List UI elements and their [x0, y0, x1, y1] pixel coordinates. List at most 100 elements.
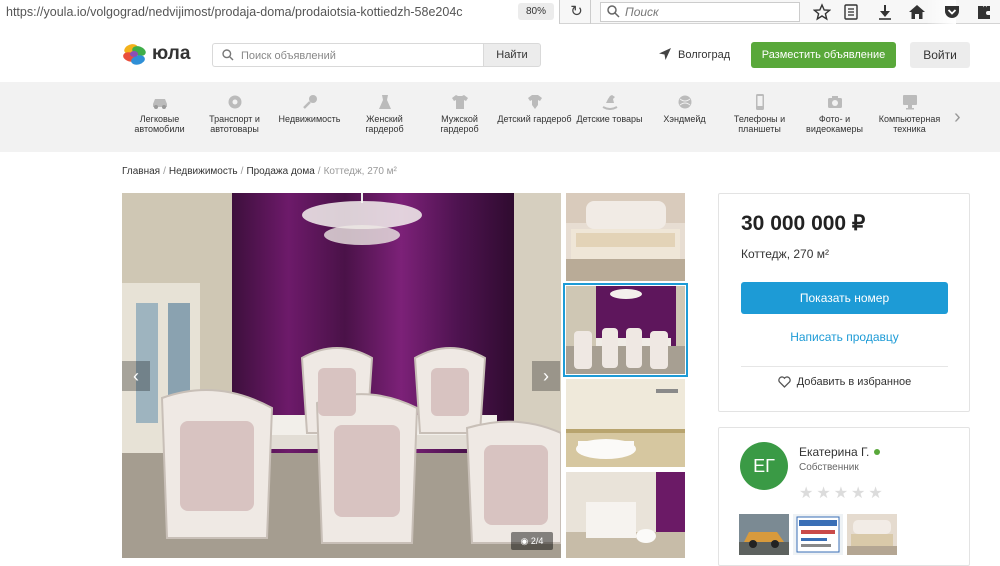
category-label: Недвижимость [278, 114, 341, 124]
thumbnail-2[interactable] [563, 283, 688, 377]
yarn-icon [678, 95, 691, 109]
breadcrumb-house-sale[interactable]: Продажа дома [246, 166, 314, 177]
rocking-horse-icon [602, 95, 617, 110]
post-ad-button[interactable]: Разместить объявление [751, 42, 896, 68]
category-computers[interactable]: Компьютерная техника [872, 94, 947, 134]
category-womens-clothing[interactable]: Женский гардероб [347, 94, 422, 134]
price-card: 30 000 000 ₽ Коттедж, 270 м² Показать но… [718, 193, 970, 412]
seller-listing-thumb-1[interactable] [739, 514, 789, 555]
thumbnail-4[interactable] [566, 472, 685, 560]
seller-avatar[interactable]: ЕГ [740, 442, 788, 490]
search-button[interactable]: Найти [483, 43, 541, 67]
breadcrumb-home[interactable]: Главная [122, 166, 160, 177]
download-icon[interactable] [876, 3, 894, 21]
dining-room-photo [122, 193, 561, 558]
address-bar[interactable]: https://youla.io/volgograd/nedvijimost/p… [0, 0, 560, 24]
category-transport[interactable]: Транспорт и автотовары [197, 94, 272, 134]
chevron-right-icon[interactable]: › [954, 106, 961, 129]
browser-toolbar: https://youla.io/volgograd/nedvijimost/p… [0, 0, 1000, 24]
photo-counter-text: 2/4 [530, 536, 544, 546]
category-cameras[interactable]: Фото- и видеокамеры [797, 94, 872, 134]
dress-icon [378, 95, 391, 109]
search-icon [607, 5, 620, 18]
listing-title: Коттедж, 270 м² [741, 247, 829, 261]
reload-icon[interactable]: ↻ [563, 0, 591, 24]
monitor-icon [902, 95, 917, 110]
show-phone-button[interactable]: Показать номер [741, 282, 948, 314]
camera-icon: ◉ [520, 536, 529, 546]
listing-price: 30 000 000 ₽ [741, 212, 866, 235]
photo-next-button[interactable]: › [532, 361, 560, 391]
divider [741, 366, 948, 367]
reading-list-icon[interactable] [842, 3, 860, 21]
heart-icon [777, 376, 791, 388]
category-phones[interactable]: Телефоны и планшеты [722, 94, 797, 134]
bookmark-star-icon[interactable] [813, 3, 831, 21]
key-icon [302, 95, 317, 109]
category-label: Детские товары [576, 114, 643, 124]
seller-listing-thumb-3[interactable] [847, 514, 897, 555]
category-kids-goods[interactable]: Детские товары [572, 94, 647, 124]
shirt-icon [451, 95, 468, 109]
breadcrumb-current: Коттедж, 270 м² [323, 166, 397, 177]
city-selector[interactable]: Волгоград [658, 47, 730, 63]
category-label: Хэндмейд [663, 114, 706, 124]
seller-role: Собственник [799, 462, 859, 473]
car-icon [152, 99, 167, 109]
logo-text[interactable]: юла [152, 43, 190, 65]
furniture-thumb [847, 514, 897, 555]
bathroom-2-thumb [566, 472, 685, 558]
browser-search-placeholder: Поиск [625, 5, 659, 19]
search-icon [222, 49, 234, 61]
breadcrumb-real-estate[interactable]: Недвижимость [169, 166, 238, 177]
category-label: Телефоны и планшеты [733, 114, 786, 134]
bathroom-thumb [566, 379, 685, 467]
home-icon[interactable] [908, 3, 926, 21]
phone-icon [755, 94, 764, 110]
youla-logo-icon[interactable] [122, 43, 148, 67]
city-label: Волгоград [678, 49, 731, 61]
seller-name-row[interactable]: Екатерина Г. [799, 445, 881, 459]
photo-counter: ◉ 2/4 [511, 532, 553, 550]
seller-rating-stars: ★★★★★ [799, 485, 886, 502]
thumbnail-3[interactable] [566, 379, 685, 467]
add-to-favorites-label: Добавить в избранное [796, 376, 912, 388]
pocket-icon[interactable] [943, 3, 961, 21]
photo-prev-button[interactable]: ‹ [122, 361, 150, 391]
browser-search-field[interactable]: Поиск [600, 2, 800, 22]
category-label: Транспорт и автотовары [209, 114, 260, 134]
category-label: Фото- и видеокамеры [806, 114, 863, 134]
car-photo-thumb [739, 514, 789, 555]
category-cars[interactable]: Легковые автомобили [122, 94, 197, 134]
thumbnail-1[interactable] [566, 193, 685, 281]
category-handmade[interactable]: Хэндмейд [647, 94, 722, 124]
zoom-indicator[interactable]: 80% [518, 3, 554, 20]
address-bar-url: https://youla.io/volgograd/nedvijimost/p… [6, 5, 463, 19]
category-real-estate[interactable]: Недвижимость [272, 94, 347, 124]
seller-listing-thumb-2[interactable] [793, 514, 843, 555]
category-label: Женский гардероб [365, 114, 404, 134]
login-button[interactable]: Войти [910, 42, 970, 68]
seller-card: ЕГ Екатерина Г. Собственник ★★★★★ [718, 427, 970, 566]
location-arrow-icon [659, 48, 671, 60]
living-room-thumb [566, 193, 685, 281]
write-seller-button[interactable]: Написать продавцу [741, 322, 948, 352]
extension-icon[interactable] [975, 3, 993, 21]
add-to-favorites-button[interactable]: Добавить в избранное [741, 376, 948, 388]
category-label: Компьютерная техника [878, 114, 941, 134]
category-label: Мужской гардероб [440, 114, 479, 134]
camera-icon [827, 96, 842, 108]
category-label: Детский гардероб [497, 114, 572, 124]
category-kids-clothing[interactable]: Детский гардероб [497, 94, 572, 124]
breadcrumb: Главная / Недвижимость / Продажа дома / Коттед… [122, 166, 397, 177]
online-status-dot [874, 449, 881, 455]
category-mens-clothing[interactable]: Мужской гардероб [422, 94, 497, 134]
category-strip: Легковые автомобили Транспорт и автотова… [0, 82, 1000, 152]
search-input[interactable] [241, 47, 476, 64]
book-cover-thumb [793, 514, 843, 555]
wheel-icon [228, 95, 241, 109]
category-label: Легковые автомобили [134, 114, 185, 134]
seller-name: Екатерина Г. [799, 445, 870, 459]
main-photo[interactable] [122, 193, 561, 558]
listing-search-box [212, 43, 483, 67]
